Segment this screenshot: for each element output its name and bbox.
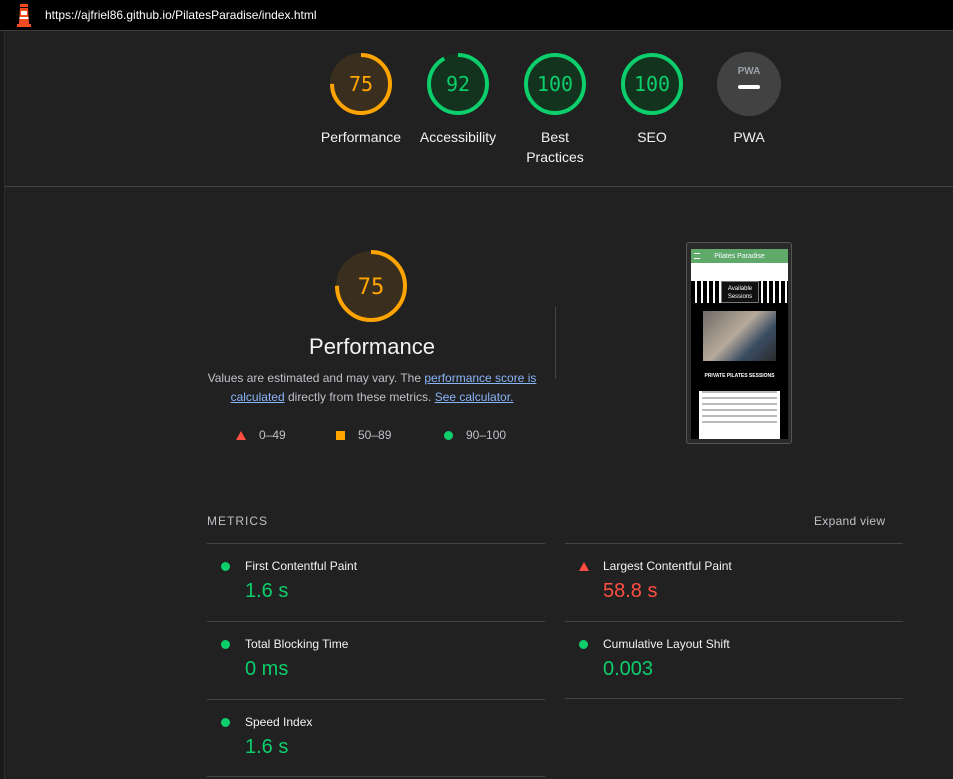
gauge-label: Accessibility <box>419 129 497 145</box>
pilates-photo <box>703 311 776 361</box>
seo-score: 100 <box>634 72 670 96</box>
thumb-header: Pilates Paradise <box>691 249 788 263</box>
metric-value: 0 ms <box>245 658 289 680</box>
metric-title: First Contentful Paint <box>245 559 358 573</box>
gauge-accessibility[interactable]: 92 Accessibility <box>410 51 506 147</box>
circle-icon <box>444 430 453 440</box>
performance-description: Values are estimated and may vary. The p… <box>207 369 537 407</box>
gauge-seo[interactable]: 100 SEO <box>604 51 700 147</box>
calculator-link[interactable]: See calculator. <box>435 390 514 404</box>
pass-circle-icon <box>579 640 588 649</box>
thumb-badge: Available Sessions <box>721 281 759 303</box>
final-screenshot[interactable]: Pilates Paradise Available Sessions PRIV… <box>686 242 792 444</box>
pass-circle-icon <box>221 718 230 727</box>
pwa-badge-text: PWA <box>738 66 761 77</box>
accessibility-gauge-icon: 92 <box>427 53 489 115</box>
desc-text: Values are estimated and may vary. The <box>207 371 425 385</box>
metric-largest-contentful-paint: Largest Contentful Paint 58.8 s <box>565 543 903 621</box>
report-url[interactable]: https://ajfriel86.github.io/PilatesParad… <box>45 8 316 22</box>
metric-value: 58.8 s <box>603 580 658 602</box>
thumb-paragraph <box>699 391 780 439</box>
metric-title: Total Blocking Time <box>245 637 349 651</box>
metric-value: 0.003 <box>603 658 654 680</box>
lighthouse-logo-icon <box>17 4 31 27</box>
pass-circle-icon <box>221 562 230 571</box>
menu-icon <box>694 253 700 259</box>
thumb-subheading: PRIVATE PILATES SESSIONS <box>704 373 775 379</box>
performance-gauge-icon: 75 <box>330 53 392 115</box>
square-icon <box>336 430 345 440</box>
pass-circle-icon <box>221 640 230 649</box>
metrics-heading: METRICS <box>207 514 268 528</box>
gauge-performance[interactable]: 75 Performance <box>313 51 409 147</box>
metric-total-blocking-time: Total Blocking Time 0 ms <box>207 621 545 699</box>
legend-range: 90–100 <box>466 428 507 442</box>
gauge-label: SEO <box>637 129 667 145</box>
divider <box>555 307 556 379</box>
metric-speed-index: Speed Index 1.6 s <box>207 699 545 777</box>
performance-title: Performance <box>309 334 435 359</box>
accessibility-score: 92 <box>446 72 470 96</box>
divider <box>207 776 545 777</box>
gauge-best-practices[interactable]: 100 Best Practices <box>507 51 603 167</box>
legend-average: 50–89 <box>336 428 391 442</box>
metric-value: 1.6 s <box>245 736 289 758</box>
gauge-pwa[interactable]: PWA PWA <box>701 51 797 147</box>
thumb-hero: Available Sessions <box>691 263 788 303</box>
url-bar: https://ajfriel86.github.io/PilatesParad… <box>0 0 953 31</box>
fail-triangle-icon <box>579 562 589 571</box>
seo-gauge-icon: 100 <box>621 53 683 115</box>
thumb-site-title: Pilates Paradise <box>714 252 765 260</box>
performance-score: 75 <box>349 72 373 96</box>
gauge-label: PWA <box>733 129 765 145</box>
legend-range: 50–89 <box>358 428 392 442</box>
best-practices-gauge-icon: 100 <box>524 53 586 115</box>
best-practices-score: 100 <box>537 72 573 96</box>
metric-title: Largest Contentful Paint <box>603 559 732 573</box>
gauge-label: Best Practices <box>526 129 584 165</box>
metric-value: 1.6 s <box>245 580 289 602</box>
divider <box>565 698 903 699</box>
triangle-icon <box>236 430 246 440</box>
metric-first-contentful-paint: First Contentful Paint 1.6 s <box>207 543 545 621</box>
performance-large-gauge-icon: 75 <box>335 250 407 322</box>
metric-cumulative-layout-shift: Cumulative Layout Shift 0.003 <box>565 621 903 699</box>
metric-title: Cumulative Layout Shift <box>603 637 730 651</box>
legend-range: 0–49 <box>259 428 286 442</box>
gauge-label: Performance <box>320 129 402 145</box>
screenshot-page: Pilates Paradise Available Sessions PRIV… <box>691 249 788 439</box>
metric-title: Speed Index <box>245 715 313 729</box>
pwa-badge-icon: PWA <box>717 52 781 116</box>
expand-view-toggle[interactable]: Expand view <box>814 514 885 528</box>
desc-text: directly from these metrics. <box>284 390 435 404</box>
score-summary: 75 Performance 92 Accessibility 100 Best… <box>5 31 953 187</box>
legend-pass: 90–100 <box>444 428 506 442</box>
legend-fail: 0–49 <box>236 428 286 442</box>
performance-large-score: 75 <box>358 275 385 300</box>
